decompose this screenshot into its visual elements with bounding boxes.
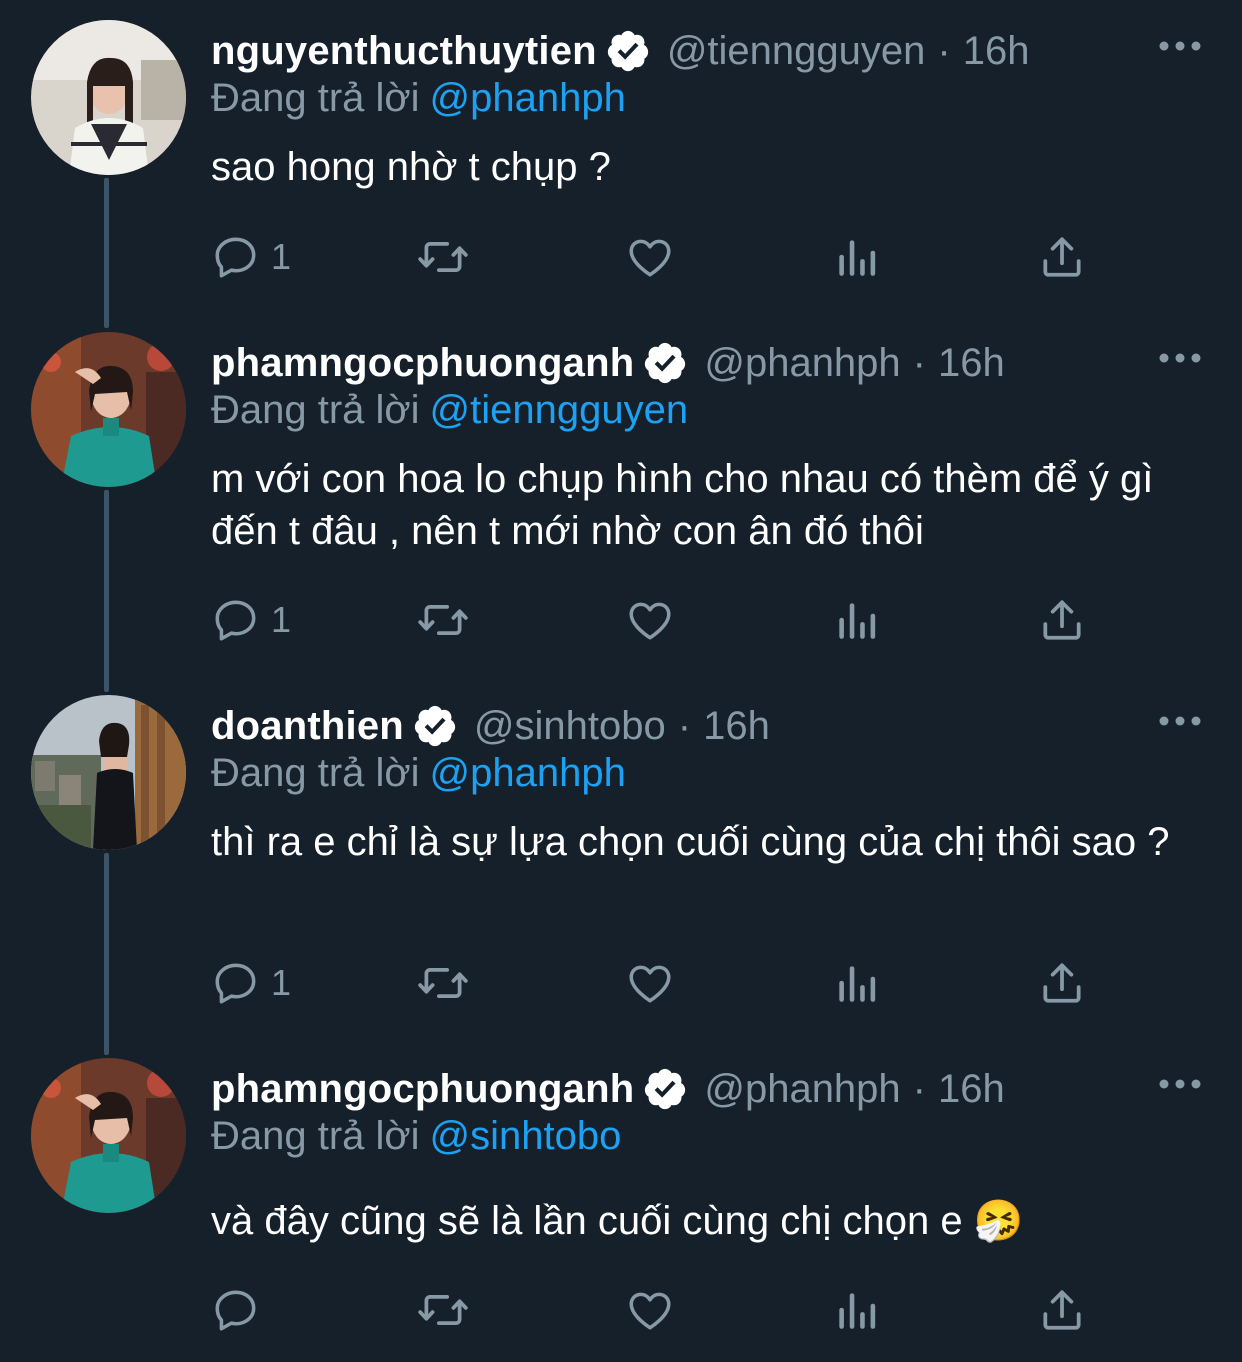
timestamp[interactable]: 16h	[703, 704, 770, 749]
share-icon	[1043, 237, 1081, 277]
share-icon	[1043, 600, 1081, 640]
separator: ·	[677, 703, 692, 748]
mention-link[interactable]: @phanhph	[430, 76, 626, 120]
retweet-button[interactable]	[416, 232, 470, 282]
reply-icon	[215, 600, 256, 641]
user-handle[interactable]: @phanhph	[704, 341, 900, 386]
tweet[interactable]: phamngocphuonganh @phanhph · 16h Đang tr…	[0, 312, 1242, 672]
like-button[interactable]	[625, 232, 675, 282]
like-button[interactable]	[625, 595, 675, 645]
retweet-button[interactable]	[416, 1285, 470, 1335]
share-icon	[1043, 963, 1081, 1003]
share-button[interactable]	[1037, 958, 1087, 1008]
tweet[interactable]: nguyenthucthuytien @tienngguyen · 16h Đa…	[0, 0, 1242, 310]
more-options-icon[interactable]	[1158, 36, 1202, 56]
like-icon	[629, 239, 671, 277]
timestamp[interactable]: 16h	[938, 341, 1005, 386]
more-options-icon[interactable]	[1158, 711, 1202, 731]
tweet-text: thì ra e chỉ là sự lựa chọn cuối cùng củ…	[211, 820, 1170, 864]
retweet-icon	[418, 968, 468, 998]
more-options-icon[interactable]	[1158, 348, 1202, 368]
retweet-icon	[418, 605, 468, 635]
reply-button[interactable]	[211, 1285, 271, 1335]
display-name[interactable]: doanthien	[211, 704, 404, 749]
verified-badge-icon	[645, 342, 686, 384]
reply-button[interactable]: 1	[211, 958, 291, 1008]
separator: ·	[937, 28, 951, 73]
tweet-actions: 1	[211, 595, 1201, 645]
replying-to-label: Đang trả lời	[211, 751, 420, 795]
like-icon	[629, 1292, 671, 1330]
verified-badge-icon	[645, 1068, 686, 1110]
tweet-actions	[211, 1285, 1201, 1335]
replying-to: Đang trả lời @sinhtobo	[211, 1114, 621, 1159]
timestamp[interactable]: 16h	[938, 1067, 1005, 1112]
tweet-text: sao hong nhờ t chụp ?	[211, 145, 611, 189]
share-button[interactable]	[1037, 232, 1087, 282]
reply-count: 1	[271, 599, 292, 640]
like-icon	[629, 602, 671, 640]
share-button[interactable]	[1037, 595, 1087, 645]
reply-icon	[215, 963, 256, 1004]
user-handle[interactable]: @tienngguyen	[667, 29, 926, 74]
tweet-actions: 1	[211, 232, 1201, 282]
more-options-icon[interactable]	[1158, 1074, 1202, 1094]
retweet-icon	[418, 1295, 468, 1325]
analytics-button[interactable]	[833, 232, 879, 282]
share-icon	[1043, 1290, 1081, 1330]
tweet-actions: 1	[211, 958, 1201, 1008]
analytics-button[interactable]	[833, 1285, 879, 1335]
verified-badge-icon	[607, 30, 648, 72]
analytics-icon	[839, 966, 876, 1002]
reply-button[interactable]: 1	[211, 595, 291, 645]
retweet-button[interactable]	[416, 595, 470, 645]
separator: ·	[912, 1066, 926, 1111]
reply-count: 1	[271, 962, 292, 1003]
display-name[interactable]: phamngocphuonganh	[211, 341, 634, 386]
verified-badge-icon	[414, 705, 456, 747]
reply-count: 1	[271, 236, 292, 277]
avatar[interactable]	[31, 695, 186, 850]
reply-button[interactable]: 1	[211, 232, 291, 282]
display-name[interactable]: nguyenthucthuytien	[211, 29, 597, 74]
user-handle[interactable]: @phanhph	[704, 1067, 900, 1112]
tweet[interactable]: phamngocphuonganh @phanhph · 16h Đang tr…	[0, 1038, 1242, 1362]
analytics-icon	[839, 1293, 876, 1329]
like-icon	[629, 965, 671, 1003]
analytics-icon	[839, 240, 876, 276]
avatar[interactable]	[31, 20, 186, 175]
tweet-text: và đây cũng sẽ là lần cuối cùng chị chọn…	[211, 1199, 1024, 1243]
retweet-button[interactable]	[416, 958, 470, 1008]
replying-to: Đang trả lời @phanhph	[211, 76, 626, 121]
analytics-button[interactable]	[833, 595, 879, 645]
display-name[interactable]: phamngocphuonganh	[211, 1067, 634, 1112]
analytics-icon	[839, 603, 876, 639]
replying-to-label: Đang trả lời	[211, 76, 420, 120]
timestamp[interactable]: 16h	[963, 29, 1030, 74]
like-button[interactable]	[625, 1285, 675, 1335]
replying-to-label: Đang trả lời	[211, 1114, 420, 1158]
replying-to: Đang trả lời @phanhph	[211, 751, 626, 796]
separator: ·	[912, 340, 926, 385]
share-button[interactable]	[1037, 1285, 1087, 1335]
tweet-text: m với con hoa lo chụp hình cho nhau có t…	[211, 457, 1154, 553]
avatar[interactable]	[31, 1058, 186, 1213]
reply-icon	[215, 237, 256, 278]
user-handle[interactable]: @sinhtobo	[474, 704, 666, 749]
mention-link[interactable]: @phanhph	[430, 751, 626, 795]
replying-to: Đang trả lời @tienngguyen	[211, 388, 688, 433]
mention-link[interactable]: @tienngguyen	[430, 388, 689, 432]
analytics-button[interactable]	[833, 958, 879, 1008]
avatar[interactable]	[31, 332, 186, 487]
replying-to-label: Đang trả lời	[211, 388, 420, 432]
like-button[interactable]	[625, 958, 675, 1008]
reply-icon	[215, 1290, 256, 1331]
retweet-icon	[418, 242, 468, 272]
tweet[interactable]: doanthien @sinhtobo · 16h Đang trả lời @p…	[0, 675, 1242, 1035]
mention-link[interactable]: @sinhtobo	[430, 1114, 622, 1158]
